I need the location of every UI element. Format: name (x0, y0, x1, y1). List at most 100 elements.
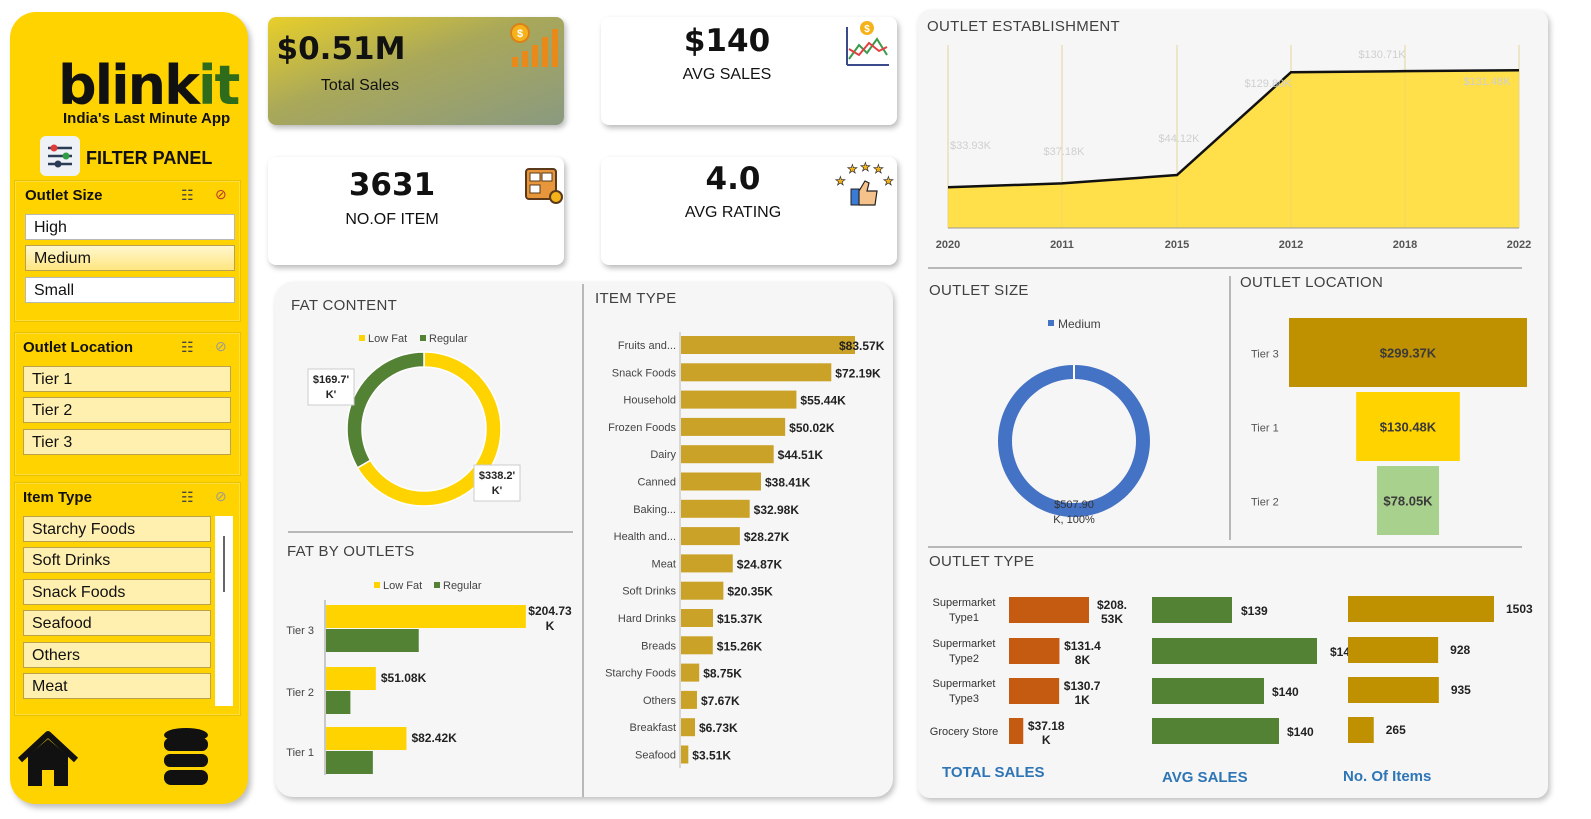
inventory-boxes-icon (524, 167, 564, 205)
svg-text:$: $ (517, 28, 523, 40)
outlet-type-title: OUTLET TYPE (929, 553, 1035, 570)
x-tick-label: 2011 (1050, 239, 1074, 251)
bar-avg-sales (1152, 718, 1279, 744)
scrollbar-thumb[interactable] (223, 536, 225, 592)
bar-avg-sales (1152, 678, 1264, 704)
sales-growth-icon: $ (506, 21, 562, 71)
category-label: Supermarket (933, 597, 996, 609)
slicer-item-tier-3[interactable]: Tier 3 (23, 429, 231, 455)
outlet-size-donut-ring (997, 365, 1150, 517)
data-label-no-of-items: 1503 (1506, 602, 1533, 616)
category-label-tier-1: Tier 1 (286, 747, 314, 759)
slicer-item-tier-1[interactable]: Tier 1 (23, 366, 231, 392)
fat-content-title: FAT CONTENT (291, 297, 398, 314)
donut-slice-regular (346, 351, 425, 469)
legend-swatch-regular (420, 335, 426, 341)
slicer-item-medium[interactable]: Medium (25, 245, 235, 271)
data-label-total-sales: K (1042, 733, 1051, 747)
kpi-total-sales-card: $0.51M Total Sales $ (268, 17, 564, 125)
panel-divider (1229, 276, 1231, 540)
x-tick-label: 2015 (1165, 239, 1189, 251)
outlet-location-title: OUTLET LOCATION (1240, 274, 1384, 291)
data-label: $28.27K (744, 530, 790, 544)
slicer-item-high[interactable]: High (25, 214, 235, 240)
bar-avg-sales (1152, 597, 1232, 623)
outlet-size-title: OUTLET SIZE (929, 282, 1029, 299)
data-label-regular-line1: $169.7' (313, 374, 350, 386)
slicer-scrollbar[interactable] (215, 516, 233, 706)
data-label-total-sales: $208. (1097, 598, 1127, 612)
bar-no-of-items (1348, 677, 1439, 703)
item-type-slicer: Item Type ☷ ⊘ Starchy Foods Soft Drinks … (14, 482, 241, 716)
data-label: $83.57K (839, 339, 885, 353)
slicer-item-meat[interactable]: Meat (23, 673, 211, 699)
bar-item-type (681, 609, 714, 627)
svg-text:★: ★ (835, 174, 846, 188)
data-label-low-fat: $82.42K (411, 731, 457, 745)
item-type-bar-chart: Fruits and... $83.57K Snack Foods $72.19K Ho… (605, 332, 885, 768)
data-label-total-sales: 1K (1074, 693, 1090, 707)
outlet-establishment-area-chart: $33.93K $37.18K $44.12K $129.80K $130.71K $13… (936, 45, 1531, 251)
home-icon[interactable] (14, 726, 82, 792)
slicer-item-small[interactable]: Small (25, 277, 235, 303)
panel-divider (288, 531, 573, 533)
data-label: $15.37K (717, 612, 763, 626)
bar-item-type (681, 417, 786, 436)
bar-item-type (681, 663, 700, 682)
slicer-item-seafood[interactable]: Seafood (23, 610, 211, 636)
category-label: Baking... (633, 504, 676, 516)
legend-regular: Regular (443, 580, 482, 592)
category-label: Others (643, 695, 677, 707)
bar-item-type (681, 499, 750, 518)
slicer-item-others[interactable]: Others (23, 642, 211, 668)
outlet-type-avg-sales-label: AVG SALES (1162, 769, 1248, 786)
slicer-item-snack-foods[interactable]: Snack Foods (23, 579, 211, 605)
x-tick-label: 2018 (1393, 239, 1417, 251)
slicer-item-tier-2[interactable]: Tier 2 (23, 397, 231, 423)
kpi-avg-sales-label: AVG SALES (682, 66, 772, 83)
data-label: $299.37K (1380, 346, 1437, 361)
legend-low-fat: Low Fat (368, 333, 407, 345)
category-label: Tier 3 (1251, 349, 1279, 361)
multi-select-icon[interactable]: ☷ (181, 339, 194, 356)
bar-regular (326, 691, 351, 714)
database-icon[interactable] (160, 726, 212, 792)
category-label: Meat (652, 558, 676, 570)
category-label: Type3 (949, 693, 979, 705)
category-label: Grocery Store (930, 726, 998, 738)
clear-filter-icon[interactable]: ⊘ (215, 488, 227, 505)
x-tick-label: 2022 (1507, 239, 1531, 251)
legend-medium: Medium (1058, 317, 1101, 331)
tagline: India's Last Minute App (63, 110, 231, 127)
line-chart-dollar-icon: $ (841, 19, 893, 71)
multi-select-icon[interactable]: ☷ (181, 187, 194, 204)
data-label: $20.35K (727, 585, 773, 599)
svg-text:★: ★ (847, 162, 858, 176)
filter-sidebar: blinkit India's Last Minute App FILTER P… (10, 12, 248, 804)
data-label: $33.93K (950, 140, 992, 152)
data-label: $8.75K (703, 667, 742, 681)
category-label: Fruits and... (618, 340, 676, 352)
category-label: Canned (637, 477, 676, 489)
area-fill (948, 70, 1519, 228)
multi-select-icon[interactable]: ☷ (181, 489, 194, 506)
clear-filter-icon[interactable]: ⊘ (215, 338, 227, 355)
category-label: Tier 1 (1251, 423, 1279, 435)
data-label: $131.48K (1463, 76, 1511, 88)
bar-no-of-items (1348, 717, 1374, 743)
data-label-lowfat-line2: K' (492, 485, 503, 497)
bar-low-fat (326, 605, 526, 628)
panel-divider (582, 284, 584, 797)
data-label: $38.41K (765, 476, 811, 490)
data-label-regular-line2: K' (326, 389, 337, 401)
outlet-size-slicer: Outlet Size ☷ ⊘ High Medium Small (14, 180, 241, 322)
bar-item-type (681, 581, 724, 600)
bar-no-of-items (1348, 596, 1494, 622)
data-label-low-fat: $51.08K (381, 671, 427, 685)
slicer-item-soft-drinks[interactable]: Soft Drinks (23, 547, 211, 573)
category-label: Seafood (635, 750, 676, 762)
data-label: $129.80K (1244, 78, 1292, 90)
slicer-item-starchy-foods[interactable]: Starchy Foods (23, 516, 211, 542)
clear-filter-icon[interactable]: ⊘ (215, 186, 227, 203)
panel-divider (928, 267, 1522, 269)
